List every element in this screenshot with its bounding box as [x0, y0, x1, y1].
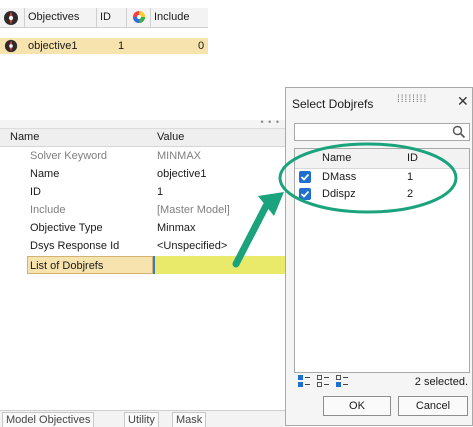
color-wheel-icon: [133, 11, 145, 23]
objective-type-icon: [4, 39, 18, 53]
panel-resize-grip[interactable]: • • •: [0, 117, 290, 129]
prop-value: MINMAX: [157, 150, 201, 162]
objective-type-icon: [4, 11, 18, 25]
selection-count: 2 selected.: [414, 376, 468, 388]
tab-model-objectives[interactable]: Model Objectives: [2, 412, 95, 427]
item-name: Ddispz: [322, 188, 356, 200]
checkbox-checked[interactable]: [299, 188, 311, 200]
objective-row[interactable]: objective1 1 0: [0, 38, 208, 54]
item-name: DMass: [322, 171, 357, 183]
col-name[interactable]: Name: [322, 149, 351, 168]
color-header-cell[interactable]: [126, 8, 150, 27]
prop-key: Objective Type: [30, 222, 103, 234]
prop-value: Minmax: [157, 222, 196, 234]
prop-row-include[interactable]: Include [Master Model]: [0, 201, 290, 219]
prop-value: [Master Model]: [157, 204, 230, 216]
checkmark-icon: [300, 190, 310, 198]
property-panel: • • • Name Value Solver Keyword MINMAX N…: [0, 117, 290, 426]
prop-key: ID: [30, 186, 41, 198]
cancel-button[interactable]: Cancel: [398, 396, 468, 416]
prop-row-objective-type[interactable]: Objective Type Minmax: [0, 219, 290, 237]
col-id[interactable]: ID: [407, 149, 418, 168]
prop-key: Include: [30, 204, 66, 216]
objectives-table-header: Objectives ID Include: [0, 8, 208, 28]
col-id[interactable]: ID: [96, 8, 126, 27]
select-all-icon[interactable]: [297, 374, 311, 388]
objective-name: objective1: [28, 40, 78, 52]
objectives-table: Objectives ID Include objective1 1 0: [0, 8, 208, 54]
objective-include: 0: [198, 40, 205, 52]
list-item-dmass[interactable]: DMass 1: [295, 169, 469, 186]
prop-key: Dsys Response Id: [30, 240, 120, 252]
dobjrefs-list: Name ID DMass 1 Ddispz 2: [294, 148, 470, 373]
close-icon[interactable]: ✕: [457, 93, 469, 110]
prop-value: <Unspecified>: [157, 240, 228, 252]
list-header: Name ID: [295, 149, 469, 169]
deselect-all-icon[interactable]: [316, 374, 330, 388]
col-include[interactable]: Include: [150, 8, 208, 27]
checkmark-icon: [300, 173, 310, 181]
search-icon[interactable]: [452, 125, 466, 139]
select-dobjrefs-dialog: Select Dobjrefs ⁞⁞⁞⁞⁞⁞⁞⁞ ✕ Name ID DMass…: [285, 87, 473, 426]
invert-selection-icon[interactable]: [335, 374, 349, 388]
tab-mask[interactable]: Mask: [172, 412, 207, 427]
prop-value: objective1: [157, 168, 207, 180]
prop-row-id[interactable]: ID 1: [0, 183, 290, 201]
prop-key: List of Dobjrefs: [27, 256, 153, 274]
dobjrefs-value-field[interactable]: [153, 256, 290, 274]
dialog-title: Select Dobjrefs: [292, 97, 374, 111]
checkbox-checked[interactable]: [299, 171, 311, 183]
grip-dots-icon: • • •: [260, 117, 280, 127]
col-name[interactable]: Name: [10, 129, 39, 146]
search-input[interactable]: [294, 123, 470, 141]
list-item-ddispz[interactable]: Ddispz 2: [295, 186, 469, 203]
property-table-header: Name Value: [0, 129, 290, 147]
item-id: 2: [407, 188, 414, 200]
prop-value: 1: [157, 186, 164, 198]
prop-key: Name: [30, 168, 60, 180]
col-value[interactable]: Value: [157, 129, 184, 146]
ok-button[interactable]: OK: [323, 396, 391, 416]
prop-row-name[interactable]: Name objective1: [0, 165, 290, 183]
item-id: 1: [407, 171, 414, 183]
prop-row-dsys-response-id[interactable]: Dsys Response Id <Unspecified>: [0, 237, 290, 255]
drag-handle-icon[interactable]: ⁞⁞⁞⁞⁞⁞⁞⁞: [397, 94, 427, 105]
prop-row-list-of-dobjrefs[interactable]: List of Dobjrefs: [0, 256, 290, 274]
prop-key: Solver Keyword: [30, 150, 108, 162]
objective-header-icon-cell: [0, 8, 24, 27]
bottom-tab-bar: Model Objectives Utility Mask: [0, 410, 290, 427]
objective-id: 1: [118, 40, 125, 52]
prop-row-solver-keyword[interactable]: Solver Keyword MINMAX: [0, 147, 290, 165]
tab-utility[interactable]: Utility: [124, 412, 159, 427]
col-objectives[interactable]: Objectives: [24, 8, 96, 27]
